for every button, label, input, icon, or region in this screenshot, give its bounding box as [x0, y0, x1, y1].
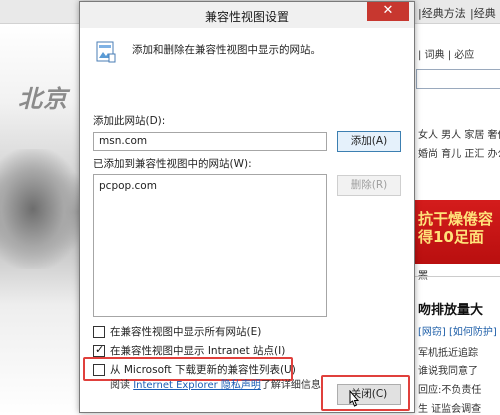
privacy-link[interactable]: Internet Explorer 隐私声明 — [133, 380, 261, 391]
add-site-label: 添加此网站(D): — [93, 115, 166, 127]
news-headline[interactable]: 吻排放量大 — [418, 299, 483, 318]
ad-line: 得10足面 — [418, 228, 484, 246]
nav-links[interactable]: | 词典 | 必应 — [418, 46, 474, 61]
divider — [414, 276, 500, 277]
top-link[interactable]: |经典 — [470, 5, 496, 21]
highlight-box — [321, 375, 410, 411]
sites-list-label: 已添加到兼容性视图中的网站(W): — [93, 158, 252, 170]
add-site-input[interactable]: msn.com — [93, 132, 327, 151]
section-label: 罴 — [418, 267, 428, 282]
top-link[interactable]: |经典方法 — [418, 5, 466, 21]
page-search-input[interactable] — [416, 69, 500, 89]
info-prefix: 阅读 — [110, 380, 134, 391]
dialog-description: 添加和删除在兼容性视图中显示的网站。 — [132, 44, 321, 56]
left-banner-image: 北京 — [0, 24, 82, 415]
show-intranet-checkbox[interactable]: 在兼容性视图中显示 Intranet 站点(I) — [93, 343, 285, 358]
close-icon[interactable]: ✕ — [367, 2, 409, 21]
news-link[interactable]: 回应:不负责任 — [418, 381, 481, 396]
checkbox-box[interactable] — [93, 343, 105, 357]
news-link[interactable]: 生 证监会调查 — [418, 400, 481, 415]
banner-photo — [0, 149, 82, 269]
compatibility-view-dialog: 兼容性视图设置 ✕ 添加和删除在兼容性视图中显示的网站。 添加此网站(D): m… — [79, 1, 415, 413]
dialog-title: 兼容性视图设置 — [204, 10, 289, 24]
webpage-icon — [96, 41, 116, 63]
remove-button[interactable]: 删除(R) — [337, 175, 401, 196]
dialog-body: 添加和删除在兼容性视图中显示的网站。 添加此网站(D): msn.com 添加(… — [80, 28, 414, 412]
right-content-column: | 词典 | 必应 女人 男人 家居 奢侈 婚尚 育儿 正汇 办公 抗干燥倦容 … — [414, 24, 500, 415]
sites-listbox[interactable]: pcpop.com — [93, 174, 327, 317]
category-links[interactable]: 女人 男人 家居 奢侈 — [418, 126, 500, 141]
info-suffix: 了解详细信息 — [260, 380, 321, 391]
show-all-sites-checkbox[interactable]: 在兼容性视图中显示所有网站(E) — [93, 324, 261, 339]
checkbox-label[interactable]: 在兼容性视图中显示所有网站(E) — [110, 324, 261, 339]
mouse-cursor-icon — [349, 390, 360, 407]
ad-line: 抗干燥倦容 — [418, 210, 494, 228]
city-title: 北京 — [18, 85, 68, 113]
checkbox-label[interactable]: 在兼容性视图中显示 Intranet 站点(I) — [110, 343, 285, 358]
dialog-titlebar[interactable]: 兼容性视图设置 ✕ — [80, 2, 414, 28]
privacy-info: 阅读 Internet Explorer 隐私声明了解详细信息 — [110, 376, 321, 391]
news-link[interactable]: [网窃] [如何防护] — [418, 323, 497, 338]
list-item[interactable]: pcpop.com — [99, 179, 321, 193]
ad-banner[interactable]: 抗干燥倦容 得10足面 — [414, 200, 500, 264]
category-links[interactable]: 婚尚 育儿 正汇 办公 — [418, 145, 500, 160]
add-button[interactable]: 添加(A) — [337, 131, 401, 152]
news-link[interactable]: 军机抵近追踪 — [418, 344, 478, 359]
checkbox-box[interactable] — [93, 325, 105, 338]
news-link[interactable]: 谁说我同意了 — [418, 362, 478, 377]
